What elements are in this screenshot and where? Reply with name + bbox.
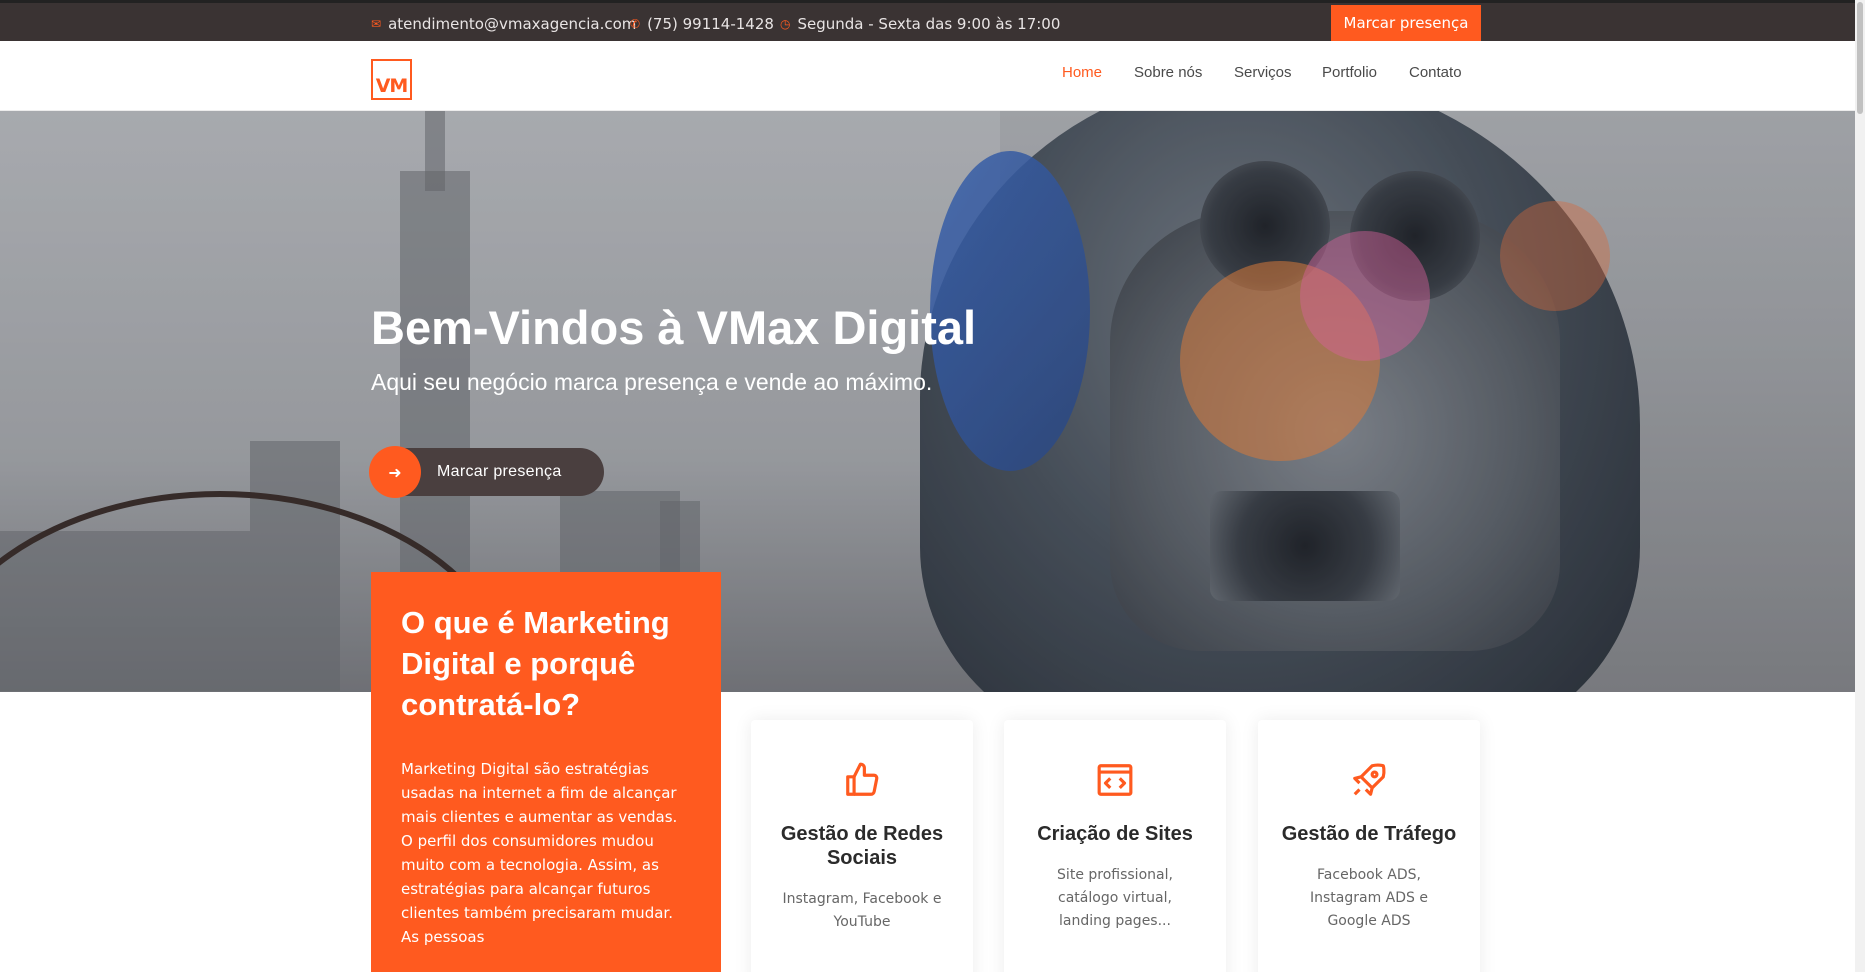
phone-contact[interactable]: ✆ (75) 99114-1428: [630, 15, 774, 33]
top-info-bar: ✉ atendimento@vmaxagencia.com ✆ (75) 991…: [0, 0, 1855, 41]
hero-cta-button[interactable]: ➜ Marcar presença: [369, 446, 604, 498]
hours-text: Segunda - Sexta das 9:00 às 17:00: [797, 15, 1061, 33]
service-text: Instagram, Facebook e YouTube: [782, 891, 942, 930]
main-navbar: VM Home Sobre nós Serviços Portfolio Con…: [0, 41, 1855, 111]
intro-box: O que é Marketing Digital e porquê contr…: [371, 572, 721, 972]
nav-portfolio[interactable]: Portfolio: [1322, 64, 1377, 81]
service-card[interactable]: Criação de Sites Site profissional, catá…: [1004, 720, 1226, 972]
service-title: Gestão de Redes Sociais: [780, 823, 944, 869]
nav-sobre-nos[interactable]: Sobre nós: [1134, 64, 1202, 81]
nav-contato[interactable]: Contato: [1409, 64, 1462, 81]
phone-icon: ✆: [630, 17, 641, 31]
email-contact[interactable]: ✉ atendimento@vmaxagencia.com: [371, 15, 636, 33]
hero-cta-label: Marcar presença: [437, 463, 562, 480]
page-scrollbar[interactable]: [1855, 0, 1865, 972]
opening-hours: ◷ Segunda - Sexta das 9:00 às 17:00: [780, 15, 1060, 33]
rocket-icon: [1349, 760, 1389, 800]
code-window-icon: [1095, 760, 1135, 800]
hero-banner: [0, 111, 1855, 692]
logo-text: VM: [375, 75, 409, 97]
nav-servicos[interactable]: Serviços: [1234, 64, 1292, 81]
service-card[interactable]: Gestão de Redes Sociais Instagram, Faceb…: [751, 720, 973, 972]
service-card[interactable]: Gestão de Tráfego Facebook ADS, Instagra…: [1258, 720, 1480, 972]
service-text: Facebook ADS, Instagram ADS e Google ADS: [1310, 867, 1428, 929]
envelope-icon: ✉: [371, 17, 382, 31]
email-text: atendimento@vmaxagencia.com: [388, 15, 637, 33]
hero-subtitle: Aqui seu negócio marca presença e vende …: [371, 369, 933, 395]
service-text: Site profissional, catálogo virtual, lan…: [1057, 867, 1173, 929]
scrollbar-thumb[interactable]: [1857, 2, 1863, 114]
service-title: Criação de Sites: [1037, 823, 1193, 845]
topbar-cta-button[interactable]: Marcar presença: [1331, 5, 1481, 41]
page: ✉ atendimento@vmaxagencia.com ✆ (75) 991…: [0, 0, 1855, 972]
intro-text: Marketing Digital são estratégias usadas…: [401, 760, 678, 946]
service-title: Gestão de Tráfego: [1281, 823, 1457, 845]
thumbs-up-icon: [842, 760, 882, 800]
intro-title: O que é Marketing Digital e porquê contr…: [401, 605, 670, 722]
hero-title: Bem-Vindos à VMax Digital: [371, 301, 977, 354]
nav-home[interactable]: Home: [1062, 64, 1102, 81]
phone-text: (75) 99114-1428: [647, 15, 774, 33]
clock-icon: ◷: [780, 17, 791, 31]
arrow-right-icon: ➜: [369, 446, 421, 498]
site-logo[interactable]: VM: [371, 59, 412, 100]
hero-overlay: [0, 111, 1855, 692]
